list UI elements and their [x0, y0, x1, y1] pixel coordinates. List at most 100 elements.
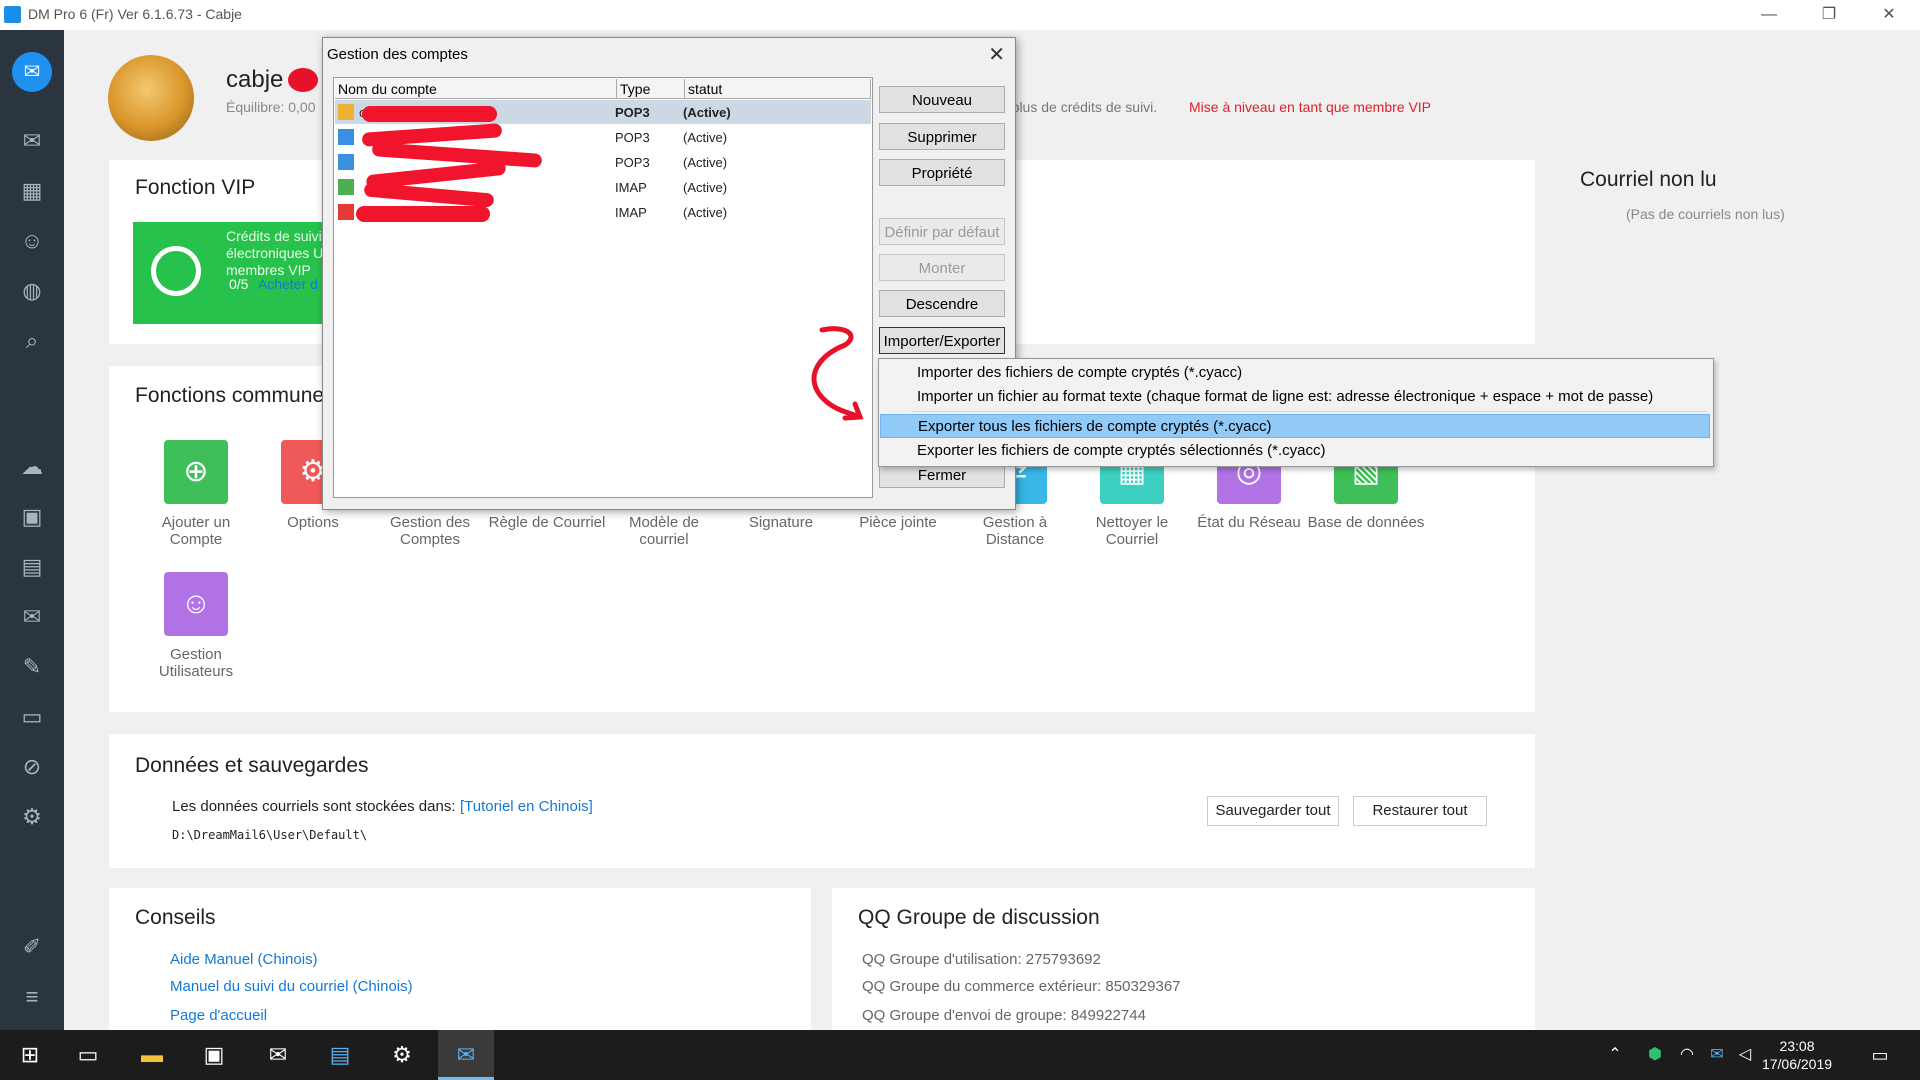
- settings-icon[interactable]: ⚙: [378, 1030, 426, 1080]
- account-type: IMAP: [615, 180, 647, 195]
- balance: Équilibre: 0,00: [226, 99, 316, 115]
- attachment-icon[interactable]: ⊘: [17, 752, 47, 782]
- qq-line: QQ Groupe d'utilisation: 275793692: [862, 951, 1101, 968]
- qq-card: QQ Groupe de discussion QQ Groupe d'util…: [832, 888, 1535, 1030]
- shield-icon[interactable]: ⬢: [1640, 1030, 1670, 1080]
- avatar[interactable]: [108, 55, 194, 141]
- contacts-icon[interactable]: ☺: [17, 226, 47, 256]
- column-header-name[interactable]: Nom du compte: [335, 79, 617, 99]
- function-label: Modèle de courriel: [628, 514, 700, 548]
- tutorial-link[interactable]: [Tutoriel en Chinois]: [460, 798, 593, 815]
- function-add-account[interactable]: ⊕ Ajouter un Compte: [136, 440, 256, 548]
- vip-text: Crédits de suivi électroniques U membres…: [226, 228, 324, 278]
- mail-logo-icon[interactable]: ✉: [12, 52, 52, 92]
- close-window-button[interactable]: ✕: [1866, 2, 1912, 28]
- function-users[interactable]: ☺ Gestion Utilisateurs: [136, 572, 256, 680]
- tips-link-homepage[interactable]: Page d'accueil: [170, 1007, 267, 1024]
- dialog-title: Gestion des comptes: [327, 46, 468, 63]
- functions-title: Fonctions commune: [135, 384, 325, 407]
- tips-card: Conseils Aide Manuel (Chinois) Manuel du…: [109, 888, 811, 1030]
- globe-icon[interactable]: ◍: [17, 276, 47, 306]
- vip-upgrade-link[interactable]: Mise à niveau en tant que membre VIP: [1189, 99, 1431, 115]
- menu-item-import-encrypted[interactable]: Importer des fichiers de compte cryptés …: [880, 361, 1710, 385]
- move-down-button[interactable]: Descendre: [879, 290, 1005, 317]
- move-up-button[interactable]: Monter: [879, 254, 1005, 281]
- vip-buy-link[interactable]: Acheter d: [258, 276, 318, 292]
- username: cabje: [226, 66, 284, 93]
- clock[interactable]: 23:08 17/06/2019: [1752, 1037, 1842, 1073]
- sidebar: ✉ ✉ ▦ ☺ ◍ ⌕ ☁ ▣ ▤ ✉ ✎ ▭ ⊘ ⚙ ✐ ≡: [0, 30, 64, 1030]
- file-explorer-icon[interactable]: ▬: [128, 1030, 176, 1080]
- restore-button[interactable]: ❐: [1806, 2, 1852, 28]
- new-account-button[interactable]: Nouveau: [879, 86, 1005, 113]
- calendar-icon[interactable]: ▦: [17, 176, 47, 206]
- contact-card-icon[interactable]: ▤: [17, 552, 47, 582]
- menu-item-import-text[interactable]: Importer un fichier au format texte (cha…: [880, 385, 1710, 409]
- function-label: Base de données: [1307, 514, 1425, 531]
- menu-item-export-all[interactable]: Exporter tous les fichiers de compte cry…: [880, 414, 1710, 438]
- tray-mail-icon[interactable]: ✉: [1702, 1030, 1732, 1080]
- document-icon[interactable]: ▭: [17, 702, 47, 732]
- tracking-icon: [151, 246, 201, 296]
- send-mail-icon[interactable]: ✉: [17, 602, 47, 632]
- tips-link-manual[interactable]: Aide Manuel (Chinois): [170, 951, 318, 968]
- function-label: Ajouter un Compte: [161, 514, 231, 548]
- dialog-close-button[interactable]: ✕: [988, 42, 1005, 67]
- red-arrow-annotation: [811, 326, 864, 421]
- function-label: Nettoyer le Courriel: [1095, 514, 1169, 548]
- store-icon[interactable]: ▣: [190, 1030, 238, 1080]
- clock-time: 23:08: [1779, 1038, 1815, 1054]
- account-type: POP3: [615, 155, 650, 170]
- mail-app-icon[interactable]: ✉: [254, 1030, 302, 1080]
- import-export-menu: Importer des fichiers de compte cryptés …: [878, 358, 1714, 467]
- save-all-button[interactable]: Sauvegarder tout: [1207, 796, 1339, 826]
- function-label: Options: [287, 514, 339, 531]
- wrench-icon[interactable]: ✐: [17, 932, 47, 962]
- function-label: État du Réseau: [1197, 514, 1301, 531]
- vip-count: 0/5: [229, 276, 249, 292]
- settings-icon[interactable]: ⚙: [17, 802, 47, 832]
- account-status: (Active): [683, 130, 728, 145]
- unread-empty: (Pas de courriels non lus): [1626, 206, 1785, 222]
- menu-item-export-selected[interactable]: Exporter les fichiers de compte cryptés …: [880, 439, 1710, 463]
- contact-app-icon[interactable]: ▤: [316, 1030, 364, 1080]
- cloud-icon[interactable]: ☁: [17, 452, 47, 482]
- account-type: POP3: [615, 130, 650, 145]
- folder-account-icon: [338, 104, 354, 120]
- property-button[interactable]: Propriété: [879, 159, 1005, 186]
- function-label: Gestion à Distance: [982, 514, 1048, 548]
- taskbar: ⊞ ▭ ▬ ▣ ✉ ▤ ⚙ ✉ ⌃ ⬢ ◠ ✉ ◁ 23:08 17/06/20…: [0, 1030, 1920, 1080]
- account-type: IMAP: [615, 205, 647, 220]
- calendar-30-icon[interactable]: ▣: [17, 502, 47, 532]
- minimize-button[interactable]: —: [1746, 2, 1792, 28]
- gmail-icon: [338, 204, 354, 220]
- redaction-mark: [356, 206, 490, 222]
- credits-text: ir plus de crédits de suivi.: [1000, 99, 1158, 115]
- vip-title: Fonction VIP: [135, 176, 256, 199]
- task-view-icon[interactable]: ▭: [64, 1030, 112, 1080]
- notification-icon[interactable]: ▭: [1856, 1030, 1904, 1080]
- column-header-type[interactable]: Type: [617, 79, 685, 99]
- qq-line: QQ Groupe d'envoi de groupe: 849922744: [862, 1007, 1146, 1024]
- start-icon[interactable]: ⊞: [6, 1030, 54, 1080]
- import-export-button[interactable]: Importer/Exporter: [879, 327, 1005, 354]
- column-header-status[interactable]: statut: [685, 79, 871, 99]
- set-default-button[interactable]: Définir par défaut: [879, 218, 1005, 245]
- dreammail-icon[interactable]: ✉: [438, 1030, 494, 1080]
- search-icon[interactable]: ⌕: [17, 326, 47, 356]
- menu-icon[interactable]: ≡: [17, 982, 47, 1012]
- account-status: (Active): [683, 155, 728, 170]
- function-label: Gestion des Comptes: [389, 514, 471, 548]
- tips-link-tracking[interactable]: Manuel du suivi du courriel (Chinois): [170, 978, 413, 995]
- users-icon: ☺: [164, 572, 228, 636]
- chevron-up-icon[interactable]: ⌃: [1600, 1030, 1630, 1080]
- menu-separator: [911, 411, 1707, 412]
- wifi-icon[interactable]: ◠: [1672, 1030, 1702, 1080]
- function-label: Signature: [748, 514, 814, 531]
- restore-all-button[interactable]: Restaurer tout: [1353, 796, 1487, 826]
- google-account-icon: [338, 179, 354, 195]
- redaction-mark: [288, 68, 318, 92]
- mail-icon[interactable]: ✉: [17, 126, 47, 156]
- pen-icon[interactable]: ✎: [17, 652, 47, 682]
- delete-account-button[interactable]: Supprimer: [879, 123, 1005, 150]
